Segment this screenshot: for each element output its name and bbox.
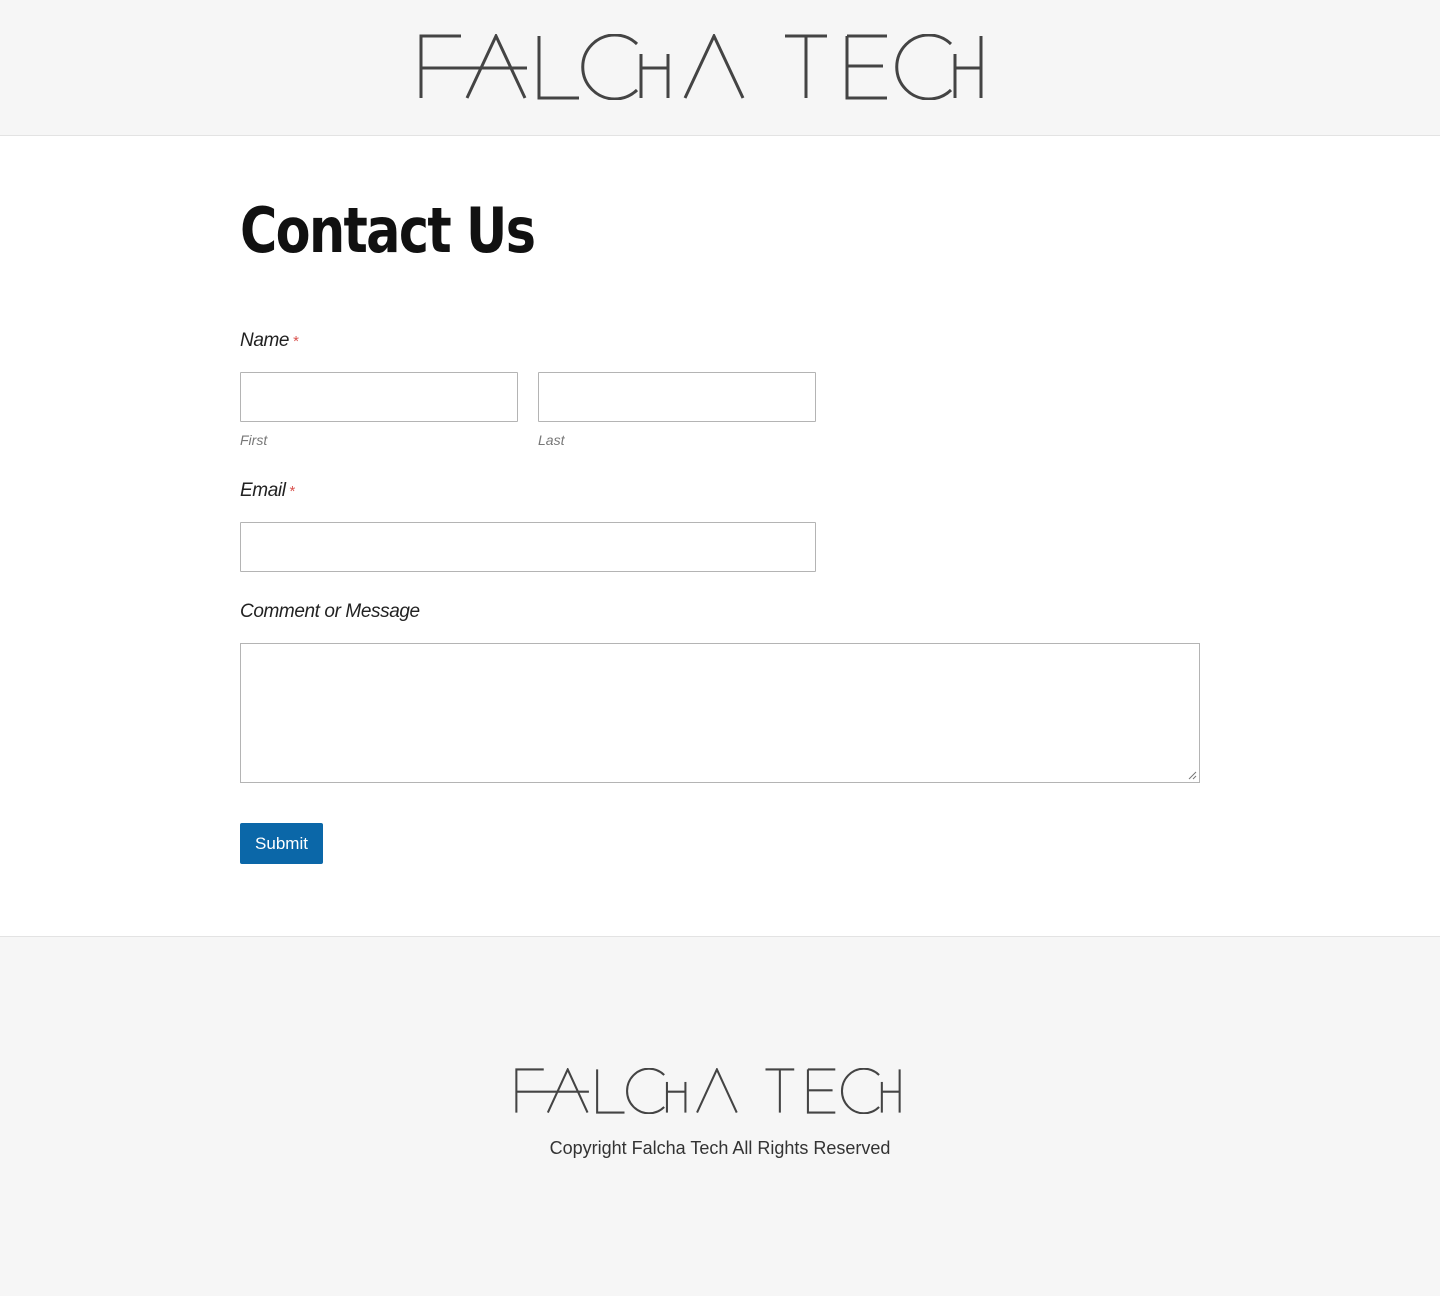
site-footer: Copyright Falcha Tech All Rights Reserve… <box>0 936 1440 1296</box>
page-title: Contact Us <box>240 194 536 267</box>
last-name-input[interactable] <box>538 372 816 422</box>
required-marker: * <box>289 483 296 500</box>
message-label: Comment or Message <box>240 601 420 622</box>
footer-logo[interactable] <box>515 1068 901 1114</box>
email-label: Email * <box>240 480 295 502</box>
email-label-text: Email <box>240 480 286 501</box>
email-input[interactable] <box>240 522 816 572</box>
first-name-input[interactable] <box>240 372 518 422</box>
site-header <box>0 0 1440 136</box>
site-logo[interactable] <box>419 34 983 100</box>
resize-grip-icon[interactable] <box>1187 770 1197 780</box>
submit-button[interactable]: Submit <box>240 823 323 864</box>
name-label-text: Name <box>240 330 290 351</box>
last-name-sublabel: Last <box>538 432 565 448</box>
message-textarea[interactable] <box>240 643 1200 783</box>
copyright-text: Copyright Falcha Tech All Rights Reserve… <box>549 1138 891 1158</box>
name-label: Name * <box>240 330 299 352</box>
required-marker: * <box>293 333 299 350</box>
first-name-sublabel: First <box>240 432 268 448</box>
